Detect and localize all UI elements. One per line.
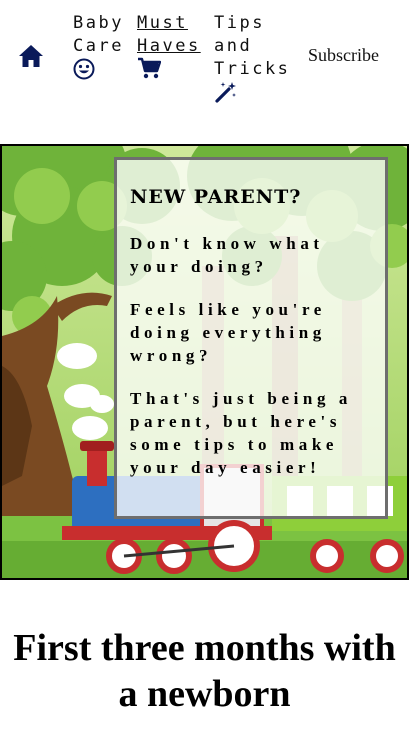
nav-label-baby-care: Baby Care [73,13,124,56]
home-icon[interactable] [18,44,44,68]
subscribe-link[interactable]: Subscribe [308,45,379,66]
page-headline: First three months with a newborn [13,627,396,716]
nav-label-tips-and-tricks: Tips and Tricks [214,13,291,79]
magic-wand-icon [215,82,236,103]
card-paragraph-1: Don't know what your doing? [130,234,324,276]
card-paragraph-2: Feels like you're doing everything wrong… [130,300,326,365]
card-paragraph-3: That's just being a parent, but here's s… [130,389,353,477]
nav-item-baby-care[interactable]: Baby Care [73,12,135,58]
hero-banner: NEW PARENT? Don't know what your doing? … [0,144,409,580]
nav-item-must-haves[interactable]: Must Haves [137,12,213,58]
smiley-icon [73,58,95,80]
nav-item-tips-and-tricks[interactable]: Tips and Tricks [214,12,298,81]
shopping-cart-icon [138,57,161,79]
intro-card: NEW PARENT? Don't know what your doing? … [114,157,388,519]
nav-label-must-haves: Must Haves [137,13,201,56]
card-title: NEW PARENT? [130,186,302,208]
top-nav: Baby Care Must Haves Tips and Tricks Sub… [0,0,409,110]
